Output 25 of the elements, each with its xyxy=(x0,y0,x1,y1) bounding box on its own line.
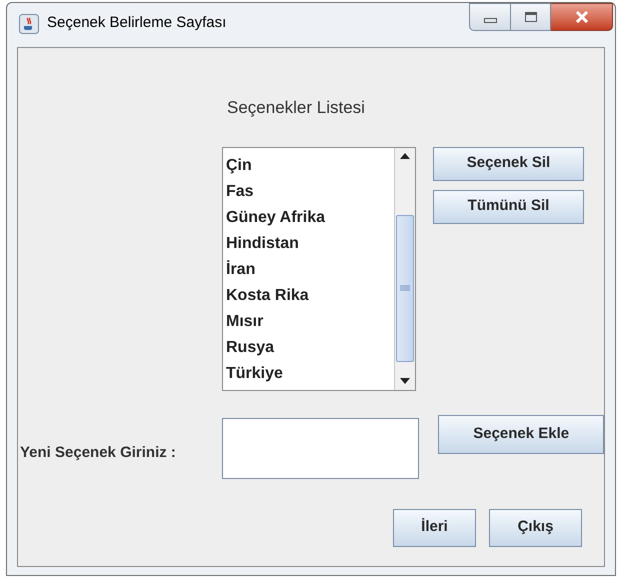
side-button[interactable]: Tümünü Sil xyxy=(433,190,584,224)
scrollbar[interactable] xyxy=(394,148,415,390)
list-item[interactable]: İran xyxy=(226,256,394,282)
maximize-button[interactable] xyxy=(511,3,551,31)
window-title: Seçenek Belirleme Sayfası xyxy=(47,13,226,33)
new-option-label: Yeni Seçenek Giriniz : xyxy=(20,442,177,462)
scrollbar-thumb[interactable] xyxy=(396,214,414,362)
minimize-button[interactable] xyxy=(469,3,511,31)
side-button[interactable]: Seçenek Sil xyxy=(433,146,584,180)
list-item[interactable]: Fas xyxy=(226,178,394,204)
close-button[interactable] xyxy=(551,3,613,31)
new-option-field[interactable] xyxy=(222,418,420,478)
list-item[interactable]: Türkiye xyxy=(226,360,394,386)
add-option-button[interactable]: Seçenek Ekle xyxy=(438,414,604,454)
list-item[interactable]: Çin xyxy=(226,152,394,178)
list-title: Seçenekler Listesi xyxy=(227,97,366,119)
footer-button[interactable]: İleri xyxy=(393,508,476,546)
list-item[interactable]: Rusya xyxy=(226,334,394,360)
list-item[interactable]: Güney Afrika xyxy=(226,204,394,230)
close-icon xyxy=(574,11,588,23)
coffee-cup-icon xyxy=(19,14,39,34)
list-item[interactable]: Mısır xyxy=(226,308,394,334)
list-item[interactable]: Hindistan xyxy=(226,230,394,256)
list-item[interactable]: Kosta Rika xyxy=(226,282,394,308)
footer-button[interactable]: Çıkış xyxy=(489,508,582,546)
